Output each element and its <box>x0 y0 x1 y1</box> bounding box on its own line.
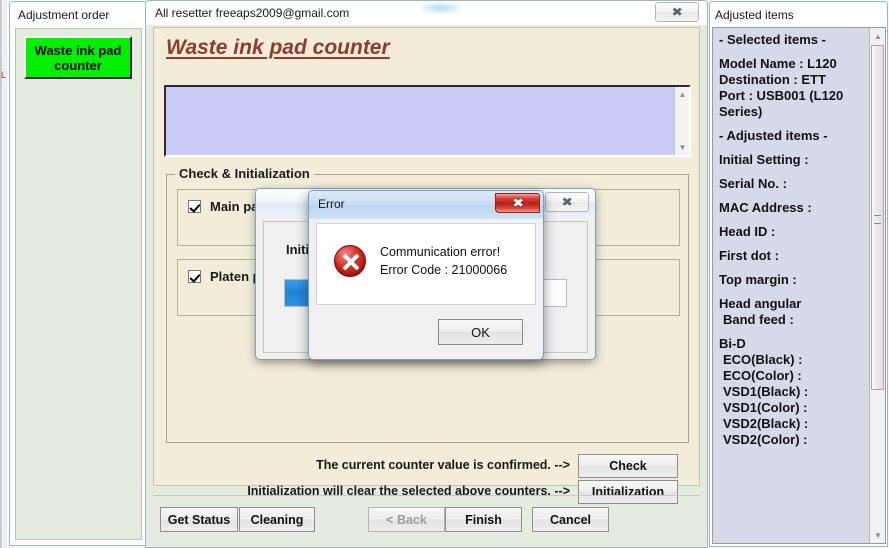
page-title: Waste ink pad counter <box>166 36 390 59</box>
adjustment-order-window: Adjustment order Waste ink pad counter <box>9 1 147 546</box>
initialization-button[interactable]: Initialization <box>578 480 678 504</box>
titlebar-highlight-artifact <box>421 2 461 14</box>
close-icon[interactable]: ✖ <box>495 193 540 213</box>
adjusted-items-window: Adjusted items - Selected items - Model N… <box>709 1 888 547</box>
list-item: - Adjusted items - <box>719 128 828 143</box>
close-icon-glyph: ✖ <box>561 195 574 209</box>
list-item: VSD1(Black) : <box>723 384 809 399</box>
error-cross-icon <box>334 245 366 277</box>
list-item: Serial No. : <box>719 176 787 191</box>
list-item: Head ID : <box>719 224 776 239</box>
check-prompt-text: The current counter value is confirmed. … <box>316 458 570 472</box>
background-window-label: L <box>1 70 7 80</box>
adjusted-items-body: - Selected items - Model Name : L120 Desti… <box>712 27 886 544</box>
get-status-button[interactable]: Get Status <box>160 507 238 532</box>
list-item: Top margin : <box>719 272 797 287</box>
list-item: - Selected items - <box>719 32 826 47</box>
list-item: Destination : ETT <box>719 72 826 87</box>
check-button[interactable]: Check <box>578 454 678 478</box>
list-item: First dot : <box>719 248 779 263</box>
list-item: ECO(Color) : <box>723 368 802 383</box>
app-root: L Adjustment order Waste ink pad counter… <box>0 0 889 548</box>
check-initialization-group-label: Check & Initialization <box>175 166 314 181</box>
main-window-titlebar: All resetter freeaps2009@gmail.com ✖ <box>146 1 707 25</box>
background-window-sliver <box>0 0 2 548</box>
scroll-down-icon[interactable]: ▼ <box>870 527 885 543</box>
list-item: MAC Address : <box>719 200 812 215</box>
error-dialog-titlebar: Error ✖ <box>309 191 543 219</box>
close-icon-glyph: ✖ <box>671 5 684 19</box>
adjustment-order-list: Waste ink pad counter <box>15 28 142 540</box>
waste-ink-pad-counter-button[interactable]: Waste ink pad counter <box>24 36 132 79</box>
main-window-title: All resetter freeaps2009@gmail.com <box>155 6 350 20</box>
list-item: Head angular <box>719 296 802 311</box>
cancel-button[interactable]: Cancel <box>532 507 609 532</box>
adjusted-items-list: - Selected items - Model Name : L120 Desti… <box>719 32 871 448</box>
log-scrollbar[interactable]: ▲ ▼ <box>674 87 689 155</box>
list-item: VSD2(Black) : <box>723 416 809 431</box>
back-button: < Back <box>368 507 445 532</box>
close-icon[interactable]: ✖ <box>655 2 699 22</box>
main-pad-counter-checkbox[interactable] <box>188 200 201 213</box>
close-icon-glyph: ✖ <box>512 196 524 210</box>
close-icon[interactable]: ✖ <box>545 192 589 212</box>
footer-divider <box>153 495 700 496</box>
error-message-line-1: Communication error! <box>380 245 501 259</box>
log-textarea[interactable]: ▲ ▼ <box>164 85 691 157</box>
initialization-dialog-message: Initi <box>286 242 310 257</box>
error-dialog-content: Communication error! Error Code : 210000… <box>316 223 536 305</box>
scrollbar-thumb[interactable] <box>871 45 884 390</box>
platen-pad-counter-checkbox[interactable] <box>188 270 201 283</box>
list-item: VSD1(Color) : <box>723 400 808 415</box>
scroll-up-icon[interactable]: ▲ <box>870 28 885 44</box>
list-item: VSD2(Color) : <box>723 432 808 447</box>
list-item: Model Name : L120 <box>719 56 837 71</box>
adjusted-items-scrollbar[interactable]: ▲ ▼ <box>869 28 885 543</box>
list-item: Port : USB001 (L120 <box>719 88 844 103</box>
list-item: Bi-D <box>719 336 746 351</box>
error-message-line-2: Error Code : 21000066 <box>380 263 508 277</box>
error-dialog-title: Error <box>318 197 345 211</box>
finish-button[interactable]: Finish <box>445 507 522 532</box>
error-dialog: Error ✖ Communication error! Error Code … <box>308 190 544 360</box>
scroll-up-icon[interactable]: ▲ <box>675 87 690 102</box>
list-item: ECO(Black) : <box>723 352 803 367</box>
scroll-down-icon[interactable]: ▼ <box>675 140 690 155</box>
error-ok-button[interactable]: OK <box>438 319 523 345</box>
list-item: Series) <box>719 104 763 119</box>
adjusted-items-title: Adjusted items <box>715 8 794 22</box>
list-item: Initial Setting : <box>719 152 809 167</box>
error-dialog-message: Communication error! Error Code : 210000… <box>380 243 507 279</box>
adjustment-order-title: Adjustment order <box>18 8 110 22</box>
cleaning-button[interactable]: Cleaning <box>239 507 315 532</box>
list-item: Band feed : <box>723 312 794 327</box>
background-window-sliver-2 <box>3 0 7 548</box>
